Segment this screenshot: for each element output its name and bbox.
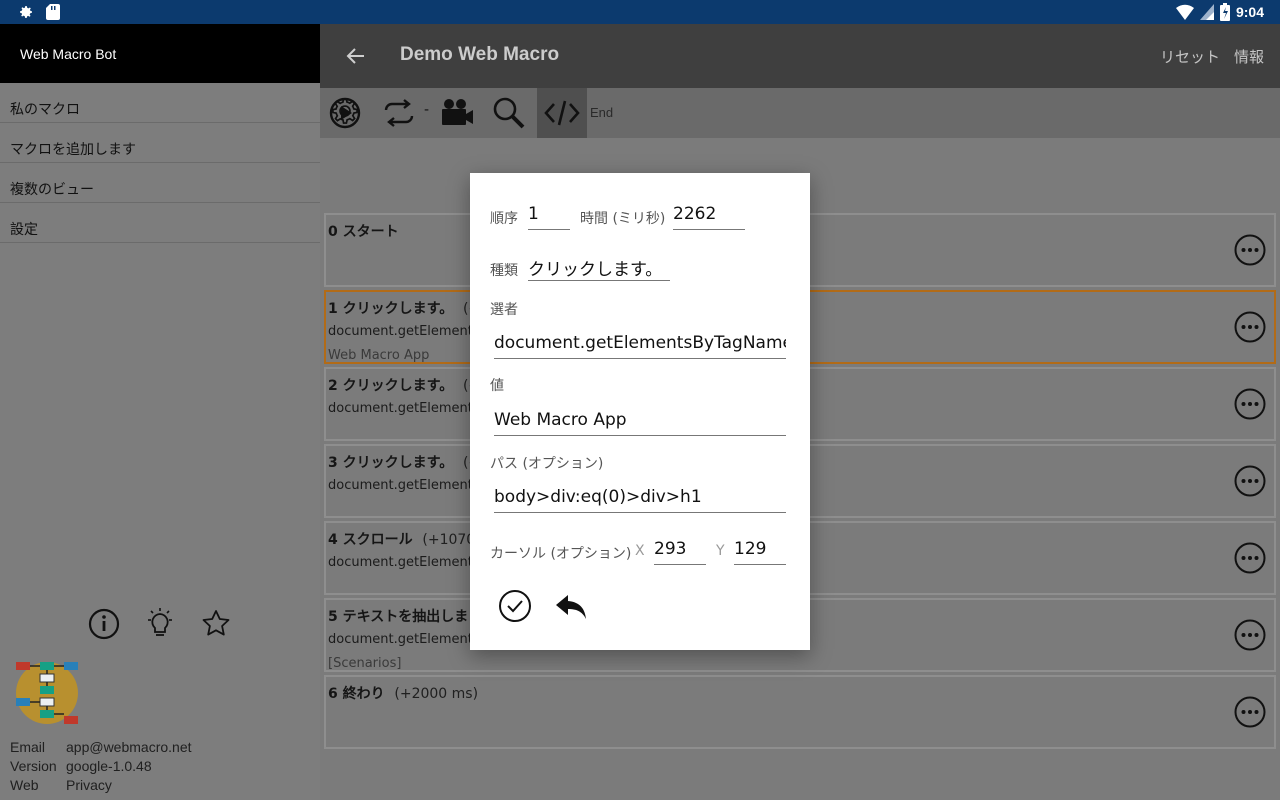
path-field[interactable]: body>div:eq(0)>div>h1	[494, 487, 786, 513]
drawer-item-add-macro[interactable]: マクロを追加します	[0, 123, 320, 163]
battery-icon	[1219, 3, 1230, 21]
info-icon[interactable]	[88, 608, 120, 640]
step-selector: document.getElements	[328, 324, 480, 339]
step-selector: document.getElements	[328, 632, 480, 647]
drawer-item-my-macros[interactable]: 私のマクロ	[0, 83, 320, 123]
order-label: 順序	[490, 211, 518, 227]
cursor-x-field[interactable]: 293	[654, 539, 706, 565]
repeat-icon[interactable]	[382, 96, 416, 130]
star-icon[interactable]	[200, 608, 232, 640]
web-key: Web	[10, 777, 39, 793]
video-camera-icon[interactable]	[440, 96, 474, 130]
x-label: X	[635, 543, 645, 559]
app-logo	[14, 660, 80, 726]
more-options-icon[interactable]	[1234, 619, 1266, 651]
drawer-item-label: 設定	[10, 222, 38, 238]
status-bar: 9:04	[0, 0, 1280, 24]
step-title: 0 スタート	[328, 224, 399, 240]
more-options-icon[interactable]	[1234, 234, 1266, 266]
search-icon[interactable]	[492, 96, 526, 130]
lightbulb-icon[interactable]	[144, 608, 176, 640]
drawer-item-multi-view[interactable]: 複数のビュー	[0, 163, 320, 203]
type-label: 種類	[490, 263, 518, 279]
more-options-icon[interactable]	[1234, 311, 1266, 343]
step-title: 3 クリックします。 (+	[328, 455, 480, 471]
step-selector: document.getElements	[328, 401, 480, 416]
app-bar: Demo Web Macro リセット 情報	[320, 24, 1280, 88]
step-selector: document.getElements	[328, 478, 480, 493]
repeat-count: -	[424, 102, 430, 118]
selector-label: 選者	[490, 302, 518, 318]
time-field[interactable]: 2262	[673, 204, 745, 230]
drawer-item-label: 私のマクロ	[10, 102, 80, 118]
page-title: Demo Web Macro	[400, 44, 560, 65]
gear-icon[interactable]	[328, 94, 362, 128]
confirm-check-icon[interactable]	[498, 589, 532, 623]
back-arrow-icon[interactable]	[344, 44, 368, 68]
more-options-icon[interactable]	[1234, 542, 1266, 574]
edit-step-dialog: 順序 1 時間 (ミリ秒) 2262 種類 クリックします。 選者 docume…	[470, 173, 810, 650]
signal-icon	[1199, 4, 1214, 20]
step-value: [Scenarios]	[328, 656, 402, 671]
navigation-drawer: Web Macro Bot 私のマクロ マクロを追加します 複数のビュー 設定	[0, 24, 320, 800]
version-key: Version	[10, 758, 57, 774]
path-label: パス (オプション)	[490, 456, 604, 472]
email-key: Email	[10, 739, 46, 755]
more-options-icon[interactable]	[1234, 696, 1266, 728]
more-options-icon[interactable]	[1234, 465, 1266, 497]
order-field[interactable]: 1	[528, 204, 570, 230]
cursor-y-field[interactable]: 129	[734, 539, 786, 565]
value-label: 値	[490, 378, 504, 394]
step-title: 4 スクロール (+1070 (	[328, 532, 486, 548]
reply-arrow-icon[interactable]	[554, 589, 588, 623]
type-select[interactable]: クリックします。	[528, 255, 670, 281]
settings-gear-icon	[20, 6, 32, 18]
drawer-item-label: マクロを追加します	[10, 142, 136, 158]
step-title: 5 テキストを抽出しま	[328, 609, 469, 625]
step-title: 6 終わり (+2000 ms)	[328, 686, 479, 702]
drawer-item-label: 複数のビュー	[10, 182, 94, 198]
sd-card-icon	[46, 4, 60, 20]
time-label: 時間 (ミリ秒)	[580, 211, 666, 227]
macro-toolbar: - End	[320, 88, 1280, 138]
end-label: End	[590, 105, 614, 120]
step-value: Web Macro App	[328, 348, 430, 363]
more-options-icon[interactable]	[1234, 388, 1266, 420]
selector-field[interactable]: document.getElementsByTagName(	[494, 333, 786, 359]
privacy-link[interactable]: Privacy	[66, 776, 112, 795]
clock: 9:04	[1235, 4, 1264, 20]
y-label: Y	[716, 543, 725, 559]
email-link[interactable]: app@webmacro.net	[66, 738, 192, 757]
drawer-item-settings[interactable]: 設定	[0, 203, 320, 243]
cursor-label: カーソル (オプション)	[490, 546, 632, 562]
step-title: 1 クリックします。 (+	[328, 301, 480, 317]
step-selector: document.getElements	[328, 555, 480, 570]
drawer-app-title: Web Macro Bot	[20, 46, 117, 62]
wifi-icon	[1175, 4, 1194, 20]
step-title: 2 クリックします。 (+	[328, 378, 480, 394]
value-field[interactable]: Web Macro App	[494, 410, 786, 436]
drawer-header: Web Macro Bot	[0, 24, 320, 83]
step-row-6[interactable]: 6 終わり (+2000 ms)	[324, 675, 1276, 749]
code-button[interactable]	[537, 88, 587, 138]
app-info: Email app@webmacro.net Version google-1.0.…	[10, 738, 192, 795]
info-button[interactable]: 情報	[1234, 46, 1264, 67]
version-value: google-1.0.48	[66, 758, 152, 774]
reset-button[interactable]: リセット	[1160, 46, 1220, 67]
